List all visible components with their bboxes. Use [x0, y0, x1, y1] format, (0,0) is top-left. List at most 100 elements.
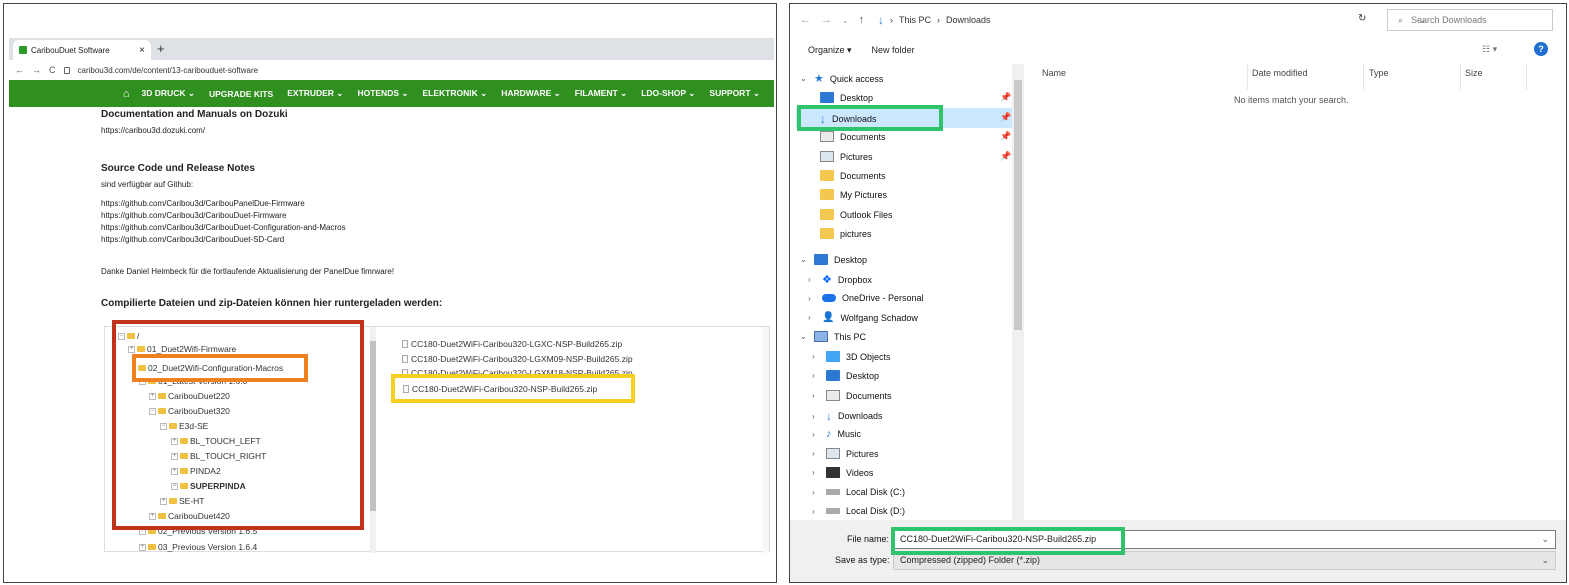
site-menu: ⌂ 3D DRUCK ⌄ UPGRADE KITS EXTRUDER ⌄ HOT… — [9, 80, 774, 107]
search-input[interactable]: ⌕ Search Downloads — [1387, 9, 1553, 31]
nav-this-pc[interactable]: ⌄ This PC — [800, 331, 866, 342]
refresh-icon[interactable]: ↻ — [1358, 13, 1366, 24]
menu-item-hotends[interactable]: HOTENDS ⌄ — [357, 88, 408, 99]
nav-item-desktop[interactable]: Desktop — [820, 92, 873, 103]
docs-link[interactable]: https://caribou3d.dozuki.com/ — [101, 126, 205, 135]
file-icon — [402, 355, 408, 363]
new-folder-button[interactable]: New folder — [872, 45, 915, 55]
chevron-down-icon[interactable]: ⌄ — [1541, 531, 1549, 548]
nav-item-pc-documents[interactable]: › Documents — [812, 390, 892, 401]
folder-icon — [148, 544, 156, 550]
nav-item-disk-c[interactable]: › Local Disk (C:) — [812, 487, 905, 497]
star-icon: ★ — [814, 73, 824, 85]
nav-item-folder[interactable]: pictures — [820, 228, 872, 239]
nav-item-folder[interactable]: Documents — [820, 170, 886, 181]
nav-item-user[interactable]: › 👤 Wolfgang Schadow — [808, 312, 918, 323]
nav-item-pc-pictures[interactable]: › Pictures — [812, 448, 879, 459]
organize-button[interactable]: Organize ▾ — [808, 45, 852, 56]
folder-icon — [820, 189, 834, 200]
nav-quick-access[interactable]: ⌄ ★ Quick access — [800, 72, 883, 85]
zip-file-item[interactable]: CC180-Duet2WiFi-Caribou320-LGXM09-NSP-Bu… — [402, 354, 633, 364]
favicon-icon — [19, 46, 27, 54]
nav-item-pc-downloads[interactable]: › ↓ Downloads — [812, 409, 883, 423]
column-header-name[interactable]: Name — [1042, 68, 1066, 78]
folder-icon — [820, 209, 834, 220]
folder-icon — [138, 365, 146, 371]
menu-item-extruder[interactable]: EXTRUDER ⌄ — [287, 88, 343, 99]
chevron-down-icon[interactable]: ⌄ — [1541, 552, 1549, 569]
nav-scrollbar[interactable] — [1012, 64, 1024, 520]
home-icon[interactable]: ⌂ — [123, 88, 130, 100]
desktop-icon — [814, 254, 828, 265]
dropbox-icon: ❖ — [822, 274, 832, 286]
pictures-icon — [820, 151, 834, 162]
nav-item-dropbox[interactable]: › ❖ Dropbox — [808, 273, 872, 286]
column-header-type[interactable]: Type — [1369, 68, 1389, 78]
forward-icon[interactable]: → — [32, 65, 41, 75]
column-header-size[interactable]: Size — [1465, 68, 1483, 78]
folder-icon — [820, 170, 834, 181]
green-highlight-downloads — [797, 105, 943, 131]
menu-item-upgrade-kits[interactable]: UPGRADE KITS — [209, 89, 273, 99]
menu-item-filament[interactable]: FILAMENT ⌄ — [575, 88, 627, 99]
user-icon: 👤 — [822, 312, 835, 323]
browser-tab[interactable]: CaribouDuet Software × — [13, 40, 151, 60]
back-icon[interactable]: ← — [800, 14, 811, 26]
folder-icon — [820, 228, 834, 239]
github-link[interactable]: https://github.com/Caribou3d/CaribouDuet… — [101, 235, 284, 244]
nav-item-music[interactable]: › ♪ Music — [812, 428, 861, 440]
breadcrumb-downloads[interactable]: Downloads — [946, 15, 991, 25]
github-link[interactable]: https://github.com/Caribou3d/CaribouPane… — [101, 199, 305, 208]
column-header-date[interactable]: Date modified — [1252, 68, 1308, 78]
nav-item-folder[interactable]: My Pictures — [820, 189, 887, 200]
tree-node-config-macros[interactable]: 02_Duet2Wifi-Configuration-Macros — [138, 363, 283, 373]
forward-icon[interactable]: → — [821, 14, 832, 26]
zip-file-item-selected[interactable]: CC180-Duet2WiFi-Caribou320-NSP-Build265.… — [403, 384, 597, 394]
menu-item-elektronik[interactable]: ELEKTRONIK ⌄ — [422, 88, 487, 99]
file-icon — [403, 385, 409, 393]
search-icon: ⌕ — [1398, 14, 1404, 25]
close-tab-icon[interactable]: × — [139, 45, 145, 56]
nav-desktop[interactable]: ⌄ Desktop — [800, 254, 867, 265]
new-tab-button[interactable]: + — [157, 41, 165, 56]
pin-icon: 📌 — [1000, 112, 1012, 122]
empty-message: No items match your search. — [1234, 95, 1349, 105]
nav-item-pictures[interactable]: Pictures — [820, 151, 873, 162]
help-icon[interactable]: ? — [1534, 42, 1548, 56]
yellow-highlight-box: CC180-Duet2WiFi-Caribou320-NSP-Build265.… — [391, 374, 635, 403]
zip-file-item[interactable]: CC180-Duet2WiFi-Caribou320-LGXC-NSP-Buil… — [402, 339, 622, 349]
menu-item-ldo-shop[interactable]: LDO-SHOP ⌄ — [641, 88, 695, 99]
nav-item-videos[interactable]: › Videos — [812, 467, 873, 478]
desktop-icon — [826, 370, 840, 381]
source-intro: sind verfügbar auf Github: — [101, 180, 194, 189]
nav-item-folder[interactable]: Outlook Files — [820, 209, 893, 220]
files-heading: Compilierte Dateien und zip-Dateien könn… — [101, 298, 443, 309]
menu-item-3d-druck[interactable]: 3D DRUCK ⌄ — [142, 88, 195, 99]
breadcrumb-this-pc[interactable]: This PC — [899, 15, 931, 25]
up-icon[interactable]: ↑ — [859, 14, 865, 26]
reload-icon[interactable]: C — [49, 65, 56, 75]
pin-icon: 📌 — [1000, 92, 1012, 102]
nav-item-pc-desktop[interactable]: › Desktop — [812, 370, 879, 381]
docs-heading: Documentation and Manuals on Dozuki — [101, 109, 288, 120]
documents-icon — [826, 390, 840, 401]
nav-item-onedrive[interactable]: › OneDrive - Personal — [808, 293, 924, 303]
menu-item-hardware[interactable]: HARDWARE ⌄ — [501, 88, 561, 99]
nav-item-disk-d[interactable]: › Local Disk (D:) — [812, 506, 905, 516]
nav-item-documents[interactable]: Documents — [820, 131, 886, 142]
github-link[interactable]: https://github.com/Caribou3d/CaribouDuet… — [101, 211, 286, 220]
disk-icon — [826, 508, 840, 514]
tree-node[interactable]: +03_Previous Version 1.6.4 — [139, 542, 257, 552]
tree-scrollbar[interactable] — [370, 327, 376, 553]
view-options-button[interactable]: ☷ ▾ — [1482, 44, 1497, 55]
nav-item-3d-objects[interactable]: › 3D Objects — [812, 351, 891, 362]
github-link[interactable]: https://github.com/Caribou3d/CaribouDuet… — [101, 223, 346, 232]
back-icon[interactable]: ← — [15, 65, 24, 75]
url-input[interactable]: caribou3d.com/de/content/13-caribouduet-… — [78, 66, 259, 75]
recent-dropdown-icon[interactable]: ⌄ — [842, 16, 849, 25]
files-scrollbar[interactable] — [763, 327, 769, 553]
computer-icon — [814, 331, 828, 342]
menu-item-support[interactable]: SUPPORT ⌄ — [709, 88, 760, 99]
video-icon — [826, 467, 840, 478]
pictures-icon — [826, 448, 840, 459]
